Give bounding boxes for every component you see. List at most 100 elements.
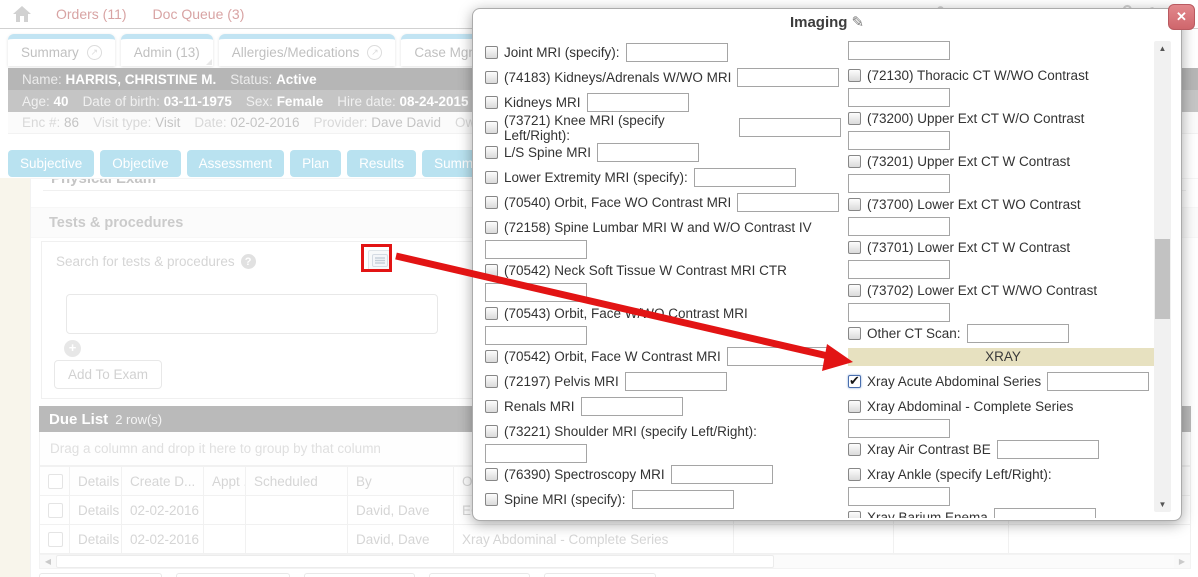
horizontal-scrollbar[interactable]: ◀ ▶: [39, 554, 1191, 569]
item-checkbox[interactable]: [485, 121, 498, 134]
specify-input[interactable]: [581, 397, 683, 416]
specify-input[interactable]: [485, 326, 587, 345]
specify-input[interactable]: [626, 43, 728, 62]
specify-input[interactable]: [671, 465, 773, 484]
specify-input[interactable]: [625, 372, 727, 391]
specify-input[interactable]: [727, 347, 829, 366]
specify-input[interactable]: [485, 240, 587, 259]
tab-admin-13-[interactable]: Admin (13): [121, 34, 213, 66]
due-list-column-header[interactable]: By: [348, 467, 454, 496]
due-list-column-header[interactable]: Appt ...: [204, 467, 246, 496]
due-list-column-header[interactable]: [40, 467, 70, 496]
specify-input[interactable]: [848, 303, 950, 322]
launch-icon[interactable]: ↗: [87, 45, 102, 60]
nav-link[interactable]: Doc Queue (3): [153, 6, 245, 22]
procedure-list-button[interactable]: [368, 250, 392, 271]
specify-input[interactable]: [485, 444, 587, 463]
footer-button-set-completed[interactable]: Set Completed: [39, 573, 162, 577]
nav-link[interactable]: Orders (11): [56, 6, 127, 22]
pencil-icon[interactable]: ✎: [851, 14, 864, 31]
item-checkbox[interactable]: [485, 46, 498, 59]
specify-input[interactable]: [997, 440, 1099, 459]
tab-summary[interactable]: Summary↗: [8, 34, 115, 66]
specify-input[interactable]: [967, 324, 1069, 343]
item-checkbox[interactable]: [848, 400, 861, 413]
footer-button-set-declined[interactable]: Set Declined: [304, 573, 415, 577]
item-checkbox[interactable]: [485, 196, 498, 209]
item-checkbox[interactable]: [485, 264, 498, 277]
item-checkbox[interactable]: [848, 198, 861, 211]
item-checkbox[interactable]: [485, 307, 498, 320]
home-icon[interactable]: [12, 5, 32, 23]
specify-input[interactable]: [848, 487, 950, 506]
item-checkbox[interactable]: [485, 350, 498, 363]
due-list-column-header[interactable]: Details: [70, 467, 122, 496]
row-checkbox[interactable]: [48, 532, 63, 547]
specify-input[interactable]: [848, 419, 950, 438]
specify-input[interactable]: [848, 88, 950, 107]
item-checkbox[interactable]: [485, 400, 498, 413]
item-checkbox[interactable]: [485, 375, 498, 388]
item-checkbox[interactable]: [848, 155, 861, 168]
item-checkbox[interactable]: [848, 443, 861, 456]
specify-input[interactable]: [597, 143, 699, 162]
specify-input[interactable]: [848, 174, 950, 193]
item-checkbox[interactable]: [485, 96, 498, 109]
specify-input[interactable]: [632, 490, 734, 509]
item-checkbox[interactable]: [848, 69, 861, 82]
item-checkbox[interactable]: [485, 146, 498, 159]
specify-input[interactable]: [485, 283, 587, 302]
modal-scrollbar[interactable]: ▲ ▼: [1154, 41, 1171, 512]
close-icon[interactable]: ✕: [1168, 4, 1195, 30]
plus-icon[interactable]: +: [64, 340, 81, 357]
table-cell[interactable]: Details: [70, 525, 122, 554]
search-input[interactable]: [66, 294, 438, 334]
scroll-up-icon[interactable]: ▲: [1154, 41, 1171, 56]
item-checkbox[interactable]: [848, 241, 861, 254]
note-tab-plan[interactable]: Plan: [290, 150, 341, 177]
item-checkbox[interactable]: [848, 511, 861, 518]
question-icon[interactable]: ?: [241, 254, 256, 269]
specify-input[interactable]: [848, 260, 950, 279]
table-row[interactable]: Details02-02-2016David, DaveXray Abdomin…: [40, 525, 1191, 554]
specify-input[interactable]: [848, 217, 950, 236]
scroll-right-icon[interactable]: ▶: [1174, 555, 1190, 568]
specify-input[interactable]: [694, 168, 796, 187]
note-tab-objective[interactable]: Objective: [100, 150, 180, 177]
specify-input[interactable]: [737, 193, 839, 212]
note-tab-subjective[interactable]: Subjective: [8, 150, 94, 177]
item-checkbox[interactable]: [848, 375, 861, 388]
item-checkbox[interactable]: [485, 468, 498, 481]
footer-button-add-to-exam[interactable]: Add To Exam: [176, 573, 290, 577]
select-all-checkbox[interactable]: [48, 474, 63, 489]
horizontal-scrollbar-thumb[interactable]: [56, 555, 774, 568]
item-checkbox[interactable]: [485, 221, 498, 234]
item-checkbox[interactable]: [485, 71, 498, 84]
item-checkbox[interactable]: [848, 112, 861, 125]
item-checkbox[interactable]: [485, 493, 498, 506]
footer-button-set-printed[interactable]: Set Printed: [429, 573, 530, 577]
scroll-down-icon[interactable]: ▼: [1154, 497, 1171, 512]
item-checkbox[interactable]: [848, 468, 861, 481]
scroll-left-icon[interactable]: ◀: [40, 555, 56, 568]
specify-input[interactable]: [739, 118, 841, 137]
add-to-exam-button[interactable]: Add To Exam: [54, 360, 162, 389]
item-checkbox[interactable]: [848, 284, 861, 297]
horizontal-scrollbar-track[interactable]: [774, 555, 1174, 568]
due-list-column-header[interactable]: Create D...: [122, 467, 204, 496]
note-tab-assessment[interactable]: Assessment: [187, 150, 285, 177]
due-list-column-header[interactable]: Scheduled: [246, 467, 348, 496]
specify-input[interactable]: [587, 93, 689, 112]
row-checkbox[interactable]: [48, 503, 63, 518]
item-checkbox[interactable]: [848, 327, 861, 340]
specify-input[interactable]: [848, 131, 950, 150]
footer-button-create-order[interactable]: Create Order: [544, 573, 657, 577]
modal-title-bar[interactable]: Imaging✎: [473, 9, 1181, 37]
table-cell[interactable]: Details: [70, 496, 122, 525]
note-tab-results[interactable]: Results: [347, 150, 416, 177]
launch-icon[interactable]: ↗: [367, 45, 382, 60]
item-checkbox[interactable]: [485, 171, 498, 184]
tab-allergies-medications[interactable]: Allergies/Medications↗: [219, 34, 396, 66]
specify-input[interactable]: [994, 508, 1096, 518]
specify-input[interactable]: [1047, 372, 1149, 391]
